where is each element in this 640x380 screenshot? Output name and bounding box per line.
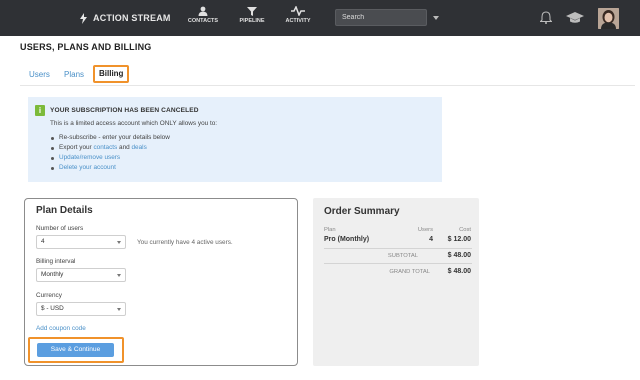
plan-details-panel: Plan Details Number of users 4 You curre…: [24, 198, 298, 366]
grand-total-label: GRAND TOTAL: [389, 269, 430, 275]
plan-details-title: Plan Details: [36, 205, 93, 216]
currency-label: Currency: [36, 292, 62, 299]
list-item-text: Export your: [59, 144, 94, 151]
interval-label: Billing interval: [36, 258, 76, 265]
avatar[interactable]: [598, 8, 619, 29]
interval-select[interactable]: Monthly: [36, 268, 126, 282]
plan-name: Pro (Monthly): [324, 236, 370, 243]
update-users-link[interactable]: Update/remove users: [59, 154, 120, 161]
bell-icon[interactable]: [539, 11, 553, 26]
nav-label: PIPELINE: [239, 18, 265, 24]
top-navigation-bar: ACTION STREAM CONTACTS PIPELINE ACTIVITY: [0, 0, 640, 36]
order-summary-title: Order Summary: [324, 206, 400, 217]
search-input[interactable]: [336, 10, 433, 25]
currency-select[interactable]: $ - USD: [36, 302, 126, 316]
tab-plans[interactable]: Plans: [64, 66, 84, 84]
lightning-icon: [80, 12, 87, 24]
list-item: Update/remove users: [50, 153, 170, 163]
info-icon: i: [35, 105, 45, 116]
tab-users[interactable]: Users: [29, 66, 50, 84]
export-contacts-link[interactable]: contacts: [93, 144, 117, 151]
users-value: 4: [41, 238, 45, 245]
notice-title: YOUR SUBSCRIPTION HAS BEEN CANCELED: [50, 107, 199, 114]
col-cost: Cost: [459, 227, 471, 233]
chevron-down-icon: [117, 308, 121, 311]
tab-billing[interactable]: Billing: [93, 65, 130, 83]
chevron-down-icon: [117, 274, 121, 277]
active-users-note: You currently have 4 active users.: [137, 239, 233, 246]
list-item: Export your contacts and deals: [50, 143, 170, 153]
page-title: USERS, PLANS AND BILLING: [20, 42, 152, 52]
notice-subtitle: This is a limited access account which O…: [50, 120, 218, 127]
tab-bar: Users Plans Billing: [20, 64, 635, 86]
grand-total-value: $ 48.00: [447, 268, 471, 275]
save-continue-button[interactable]: Save & Continue: [37, 343, 114, 357]
add-coupon-link[interactable]: Add coupon code: [36, 325, 86, 332]
brand[interactable]: ACTION STREAM: [80, 10, 171, 26]
person-icon: [198, 6, 208, 16]
chevron-down-icon[interactable]: [433, 15, 439, 20]
col-users: Users: [417, 227, 433, 233]
subscription-canceled-notice: i YOUR SUBSCRIPTION HAS BEEN CANCELED Th…: [28, 97, 442, 182]
currency-value: $ - USD: [41, 305, 64, 312]
plan-users: 4: [429, 236, 433, 243]
nav-activity[interactable]: ACTIVITY: [273, 6, 323, 30]
subtotal-value: $ 48.00: [447, 252, 471, 259]
subtotal-label: SUBTOTAL: [387, 253, 418, 259]
divider: [324, 248, 472, 249]
export-deals-link[interactable]: deals: [131, 144, 146, 151]
nav-label: CONTACTS: [187, 18, 219, 24]
interval-value: Monthly: [41, 271, 64, 278]
search-box[interactable]: [335, 9, 439, 26]
nav-contacts[interactable]: CONTACTS: [178, 6, 228, 30]
list-item: Delete your account: [50, 163, 170, 173]
list-item: Re-subscribe - enter your details below: [50, 133, 170, 143]
brand-label: ACTION STREAM: [93, 13, 171, 23]
order-summary-panel: Order Summary Plan Users Cost Pro (Month…: [313, 198, 479, 366]
list-item-text: Re-subscribe - enter your details below: [59, 134, 170, 141]
chevron-down-icon: [117, 241, 121, 244]
graduation-cap-icon[interactable]: [566, 12, 584, 26]
pipeline-icon: [247, 6, 257, 16]
nav-pipeline[interactable]: PIPELINE: [227, 6, 277, 30]
nav-label: ACTIVITY: [285, 18, 311, 24]
delete-account-link[interactable]: Delete your account: [59, 164, 116, 171]
users-label: Number of users: [36, 225, 84, 232]
save-highlight: Save & Continue: [28, 337, 124, 363]
plan-cost: $ 12.00: [447, 236, 471, 243]
list-item-text: and: [117, 144, 132, 151]
activity-icon: [291, 6, 305, 16]
divider: [324, 263, 472, 264]
users-select[interactable]: 4: [36, 235, 126, 249]
allowed-actions-list: Re-subscribe - enter your details below …: [50, 133, 170, 173]
col-plan: Plan: [324, 227, 336, 233]
